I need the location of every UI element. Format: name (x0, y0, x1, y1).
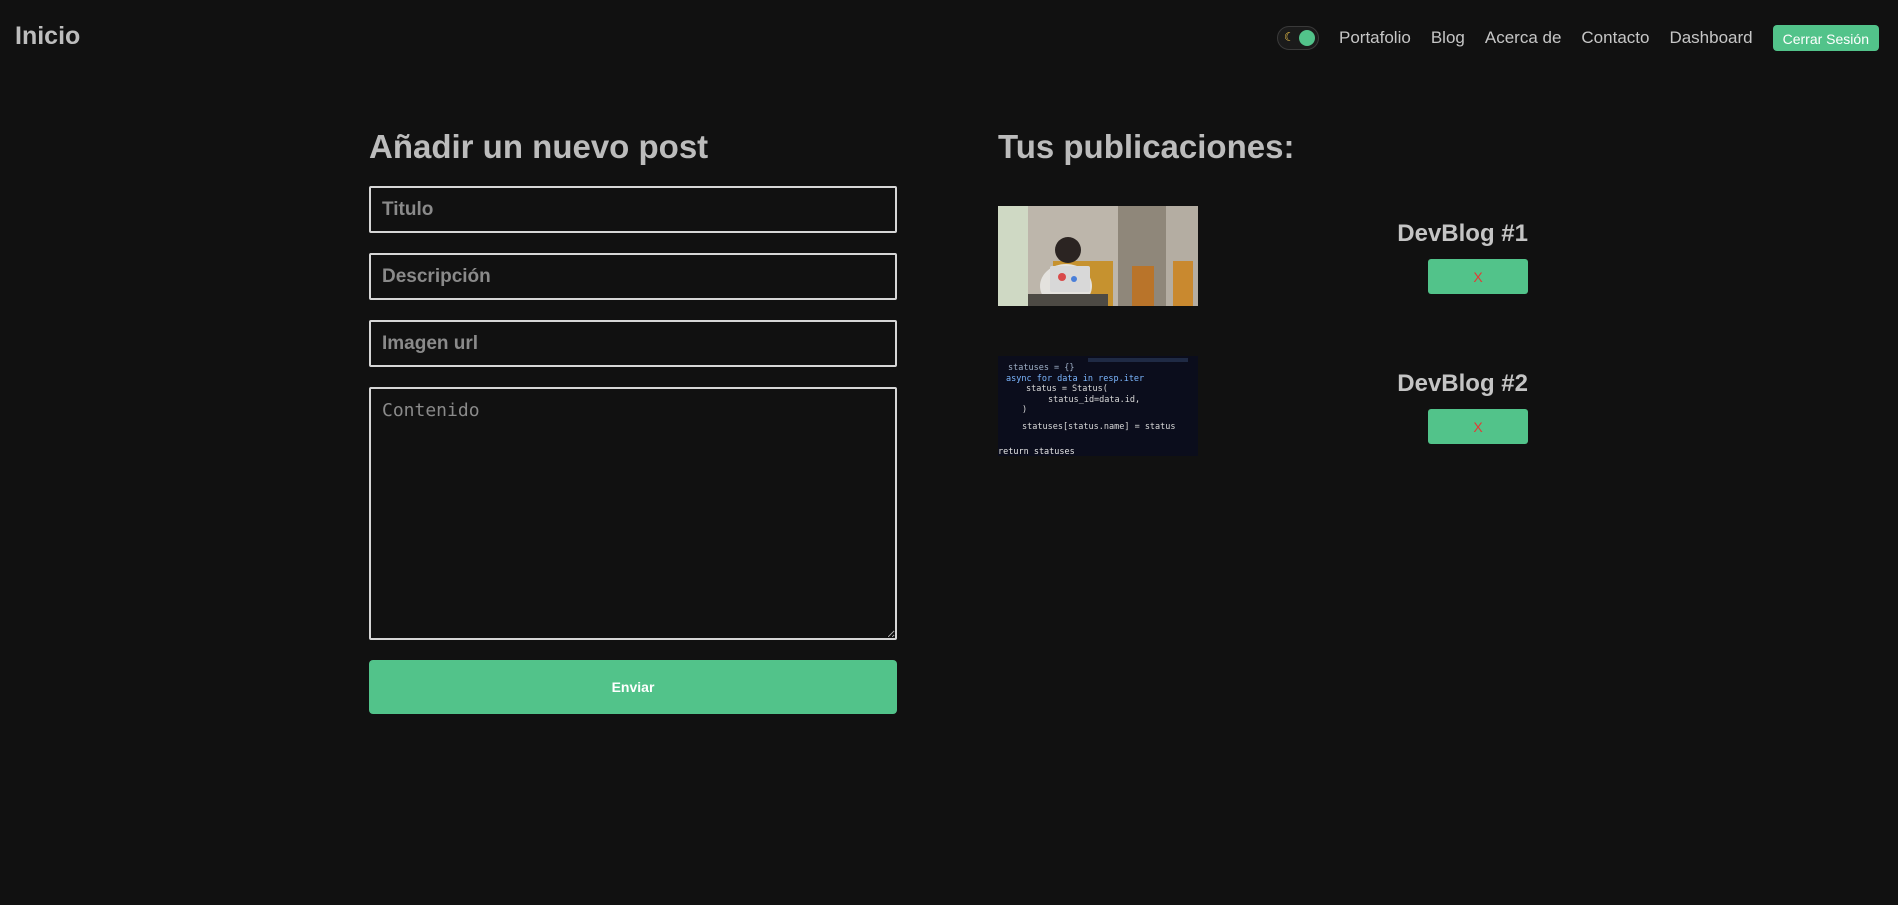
top-navbar: Inicio ☾ Portafolio Blog Acerca de Conta… (0, 0, 1898, 74)
title-input[interactable] (369, 186, 897, 233)
photo-person-laptop-image (998, 206, 1198, 306)
svg-text:): ) (1022, 405, 1027, 415)
brand-home-link[interactable]: Inicio (15, 22, 80, 51)
post-title: DevBlog #1 (1397, 220, 1528, 247)
svg-text:status_id=data.id,: status_id=data.id, (1048, 395, 1140, 405)
posts-panel: Tus publicaciones: DevBlog #1 X statuses… (998, 128, 1528, 506)
posts-list: DevBlog #1 X statuses = {} async for dat… (998, 206, 1528, 456)
nav-menu: ☾ Portafolio Blog Acerca de Contacto Das… (1277, 25, 1879, 51)
post-thumbnail[interactable]: statuses = {} async for data in resp.ite… (998, 356, 1198, 456)
post-title: DevBlog #2 (1397, 370, 1528, 397)
nav-link-acerca-de[interactable]: Acerca de (1485, 28, 1562, 48)
submit-button[interactable]: Enviar (369, 660, 897, 714)
post-thumbnail[interactable] (998, 206, 1198, 306)
delete-post-button[interactable]: X (1428, 259, 1528, 294)
description-input[interactable] (369, 253, 897, 300)
theme-toggle[interactable]: ☾ (1277, 26, 1319, 50)
nav-link-portafolio[interactable]: Portafolio (1339, 28, 1411, 48)
svg-text:async for data in resp.iter: async for data in resp.iter (1006, 374, 1144, 384)
posts-title: Tus publicaciones: (998, 128, 1295, 165)
post-item: statuses = {} async for data in resp.ite… (998, 356, 1528, 456)
nav-link-contacto[interactable]: Contacto (1581, 28, 1649, 48)
image-url-input[interactable] (369, 320, 897, 367)
toggle-knob (1299, 30, 1315, 46)
delete-post-button[interactable]: X (1428, 409, 1528, 444)
moon-icon: ☾ (1284, 30, 1295, 44)
code-screen-image: statuses = {} async for data in resp.ite… (998, 356, 1198, 456)
nav-link-blog[interactable]: Blog (1431, 28, 1465, 48)
svg-text:statuses[status.name] = status: statuses[status.name] = status (1022, 422, 1176, 432)
svg-text:return statuses: return statuses (998, 447, 1075, 456)
nav-link-dashboard[interactable]: Dashboard (1669, 28, 1752, 48)
form-title: Añadir un nuevo post (369, 128, 709, 165)
svg-text:status = Status(: status = Status( (1026, 384, 1108, 394)
logout-button[interactable]: Cerrar Sesión (1772, 25, 1879, 51)
content-textarea[interactable] (369, 387, 897, 640)
new-post-form: Añadir un nuevo post Enviar (369, 128, 899, 714)
svg-text:statuses = {}: statuses = {} (1008, 363, 1075, 373)
post-item: DevBlog #1 X (998, 206, 1528, 306)
